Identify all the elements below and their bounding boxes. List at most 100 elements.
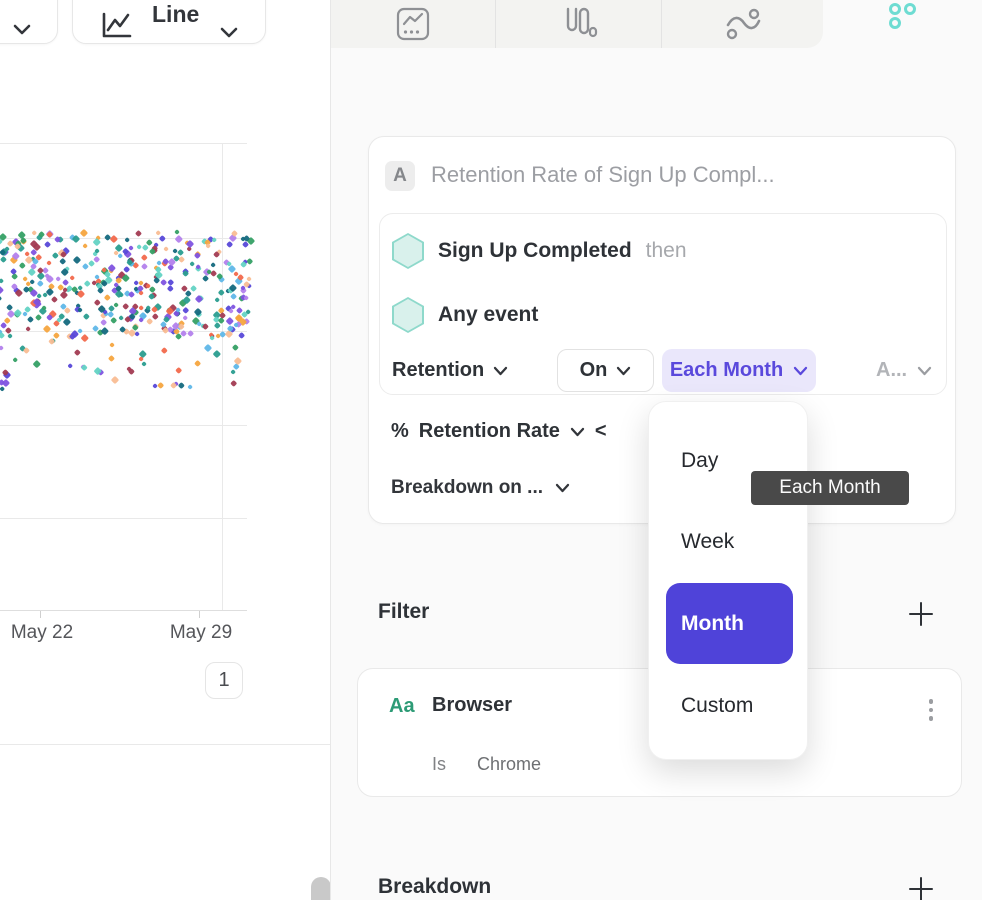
scatter-point	[219, 312, 226, 319]
scatter-point	[182, 315, 188, 321]
scatter-point	[19, 262, 26, 269]
scatter-point	[0, 386, 5, 392]
filter-operator[interactable]: Is	[432, 754, 446, 775]
scatter-point	[141, 263, 148, 270]
scatter-point	[182, 270, 189, 277]
add-breakdown-button[interactable]	[908, 876, 934, 900]
filter-value[interactable]: Chrome	[477, 754, 541, 775]
gridline	[0, 143, 247, 144]
scatter-point	[214, 297, 220, 303]
tab-scatter-selected[interactable]	[823, 0, 982, 48]
operator-dropdown[interactable]: On	[557, 349, 654, 392]
pagination-button[interactable]: 1	[205, 662, 243, 699]
scatter-point	[11, 273, 18, 280]
scatter-point	[149, 286, 156, 293]
scrollbar-thumb[interactable]	[311, 877, 331, 900]
scatter-chart: May 22May 29	[0, 0, 330, 900]
scatter-point	[46, 274, 54, 282]
filter-section-title: Filter	[378, 600, 429, 624]
measure-dropdown[interactable]: Retention	[392, 359, 508, 382]
scatter-point	[82, 243, 88, 249]
query-title-field[interactable]: Retention Rate of Sign Up Compl...	[431, 162, 775, 188]
scatter-point	[27, 316, 34, 323]
x-axis-label: May 29	[170, 622, 232, 644]
metric-dropdown[interactable]: % Retention Rate <	[391, 420, 607, 443]
scatter-point	[135, 230, 142, 237]
scatter-point	[35, 314, 42, 321]
scatter-point	[0, 332, 5, 339]
gridline	[0, 425, 247, 426]
scatter-point	[62, 279, 69, 286]
scatter-point	[230, 380, 238, 388]
scatter-point	[146, 318, 154, 326]
scatter-point	[152, 313, 158, 319]
scatter-point	[141, 254, 148, 261]
scatter-point	[0, 345, 4, 351]
scatter-point	[163, 246, 169, 252]
scatter-point	[160, 279, 167, 286]
scatter-point	[33, 360, 41, 368]
flow-chart-icon	[724, 6, 762, 42]
occluded-text: <	[595, 420, 607, 443]
query-label-badge: A	[385, 161, 415, 191]
breakdown-section-title: Breakdown	[378, 875, 491, 899]
scatter-point	[2, 379, 10, 387]
scatter-point	[37, 280, 43, 286]
scatter-point	[226, 241, 233, 248]
scatter-point	[0, 286, 4, 294]
scatter-point	[194, 360, 201, 367]
scatter-point	[5, 327, 12, 334]
scatter-point	[175, 235, 183, 243]
menu-item-week[interactable]: Week	[666, 512, 793, 572]
add-filter-button[interactable]	[908, 601, 934, 627]
scatter-point	[232, 344, 239, 351]
axis-tick	[40, 611, 41, 618]
scatter-point	[110, 234, 118, 242]
scatter-point	[117, 253, 123, 259]
scatter-point	[226, 317, 234, 325]
event-step-row[interactable]: Any event	[392, 297, 552, 333]
tab-bar-chart[interactable]	[496, 0, 660, 48]
scatter-point	[83, 313, 90, 320]
scatter-point	[109, 342, 115, 348]
scatter-point	[94, 299, 101, 306]
percent-icon: %	[391, 420, 409, 443]
scatter-point	[122, 274, 130, 282]
truncated-dropdown[interactable]: A...	[876, 349, 932, 392]
tab-combo-chart[interactable]	[331, 0, 495, 48]
event-name: Any event	[438, 303, 538, 327]
scatter-point	[134, 332, 140, 338]
scatter-point	[111, 375, 119, 383]
scatter-point	[97, 287, 104, 294]
bar-chart-icon	[558, 6, 598, 42]
menu-item-month[interactable]: Month	[666, 583, 793, 664]
tooltip: Each Month	[751, 471, 909, 505]
menu-item-custom[interactable]: Custom	[666, 676, 793, 736]
combo-chart-icon	[396, 7, 430, 41]
scatter-point	[110, 317, 118, 325]
x-axis-line	[0, 610, 247, 611]
scatter-point	[210, 262, 216, 268]
tab-flow-chart[interactable]	[662, 0, 823, 48]
query-builder-panel: A Retention Rate of Sign Up Compl... Sig…	[331, 0, 982, 900]
scatter-point	[55, 276, 61, 282]
scatter-point	[81, 334, 89, 342]
kebab-menu-button[interactable]	[918, 693, 944, 727]
scatter-point	[181, 307, 189, 315]
scatter-point	[81, 365, 87, 371]
granularity-dropdown[interactable]: Each Month	[662, 349, 816, 392]
scatter-point	[124, 237, 130, 243]
scatter-point	[155, 270, 163, 278]
scatter-point	[108, 355, 115, 362]
scatter-point	[174, 366, 182, 374]
event-hexagon-icon	[392, 297, 424, 333]
axis-tick	[199, 611, 200, 618]
breakdown-on-dropdown[interactable]: Breakdown on ...	[391, 477, 570, 499]
scatter-point	[73, 256, 81, 264]
retention-controls-row: Retention On Each Month A...	[392, 349, 948, 392]
scatter-point	[204, 344, 212, 352]
scatter-point	[118, 315, 124, 321]
scatter-point	[12, 357, 18, 363]
filter-property[interactable]: Browser	[432, 694, 512, 717]
event-step-row[interactable]: Sign Up Completed then	[392, 233, 687, 269]
